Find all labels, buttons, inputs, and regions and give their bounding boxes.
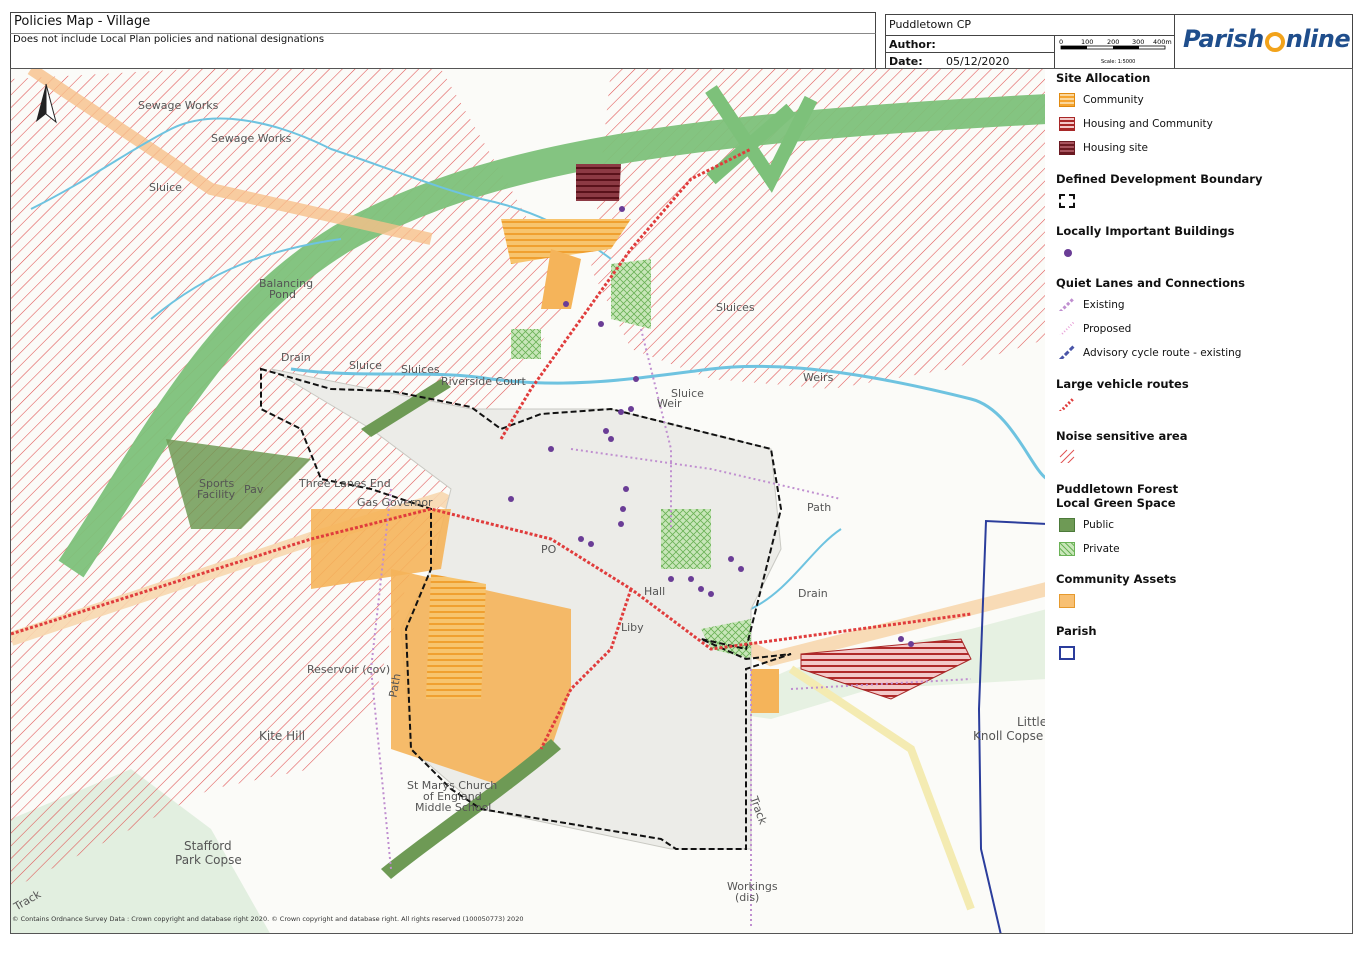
swatch-lgs-public (1059, 518, 1075, 532)
logo-text-left: Parish (1183, 25, 1264, 53)
label-pav: Pav (244, 483, 264, 496)
legend-public: Public (1083, 519, 1115, 531)
parish-name-box: Puddletown CP (885, 14, 1175, 36)
title-box: Policies Map - Village (10, 12, 876, 34)
swatch-lib (1064, 249, 1072, 257)
map-title: Policies Map - Village (14, 14, 151, 29)
lgs-private-mid (511, 329, 541, 359)
label-three-lanes-end: Three Lanes End (299, 477, 391, 490)
scale-text: Scale: 1:5000 (1101, 59, 1135, 65)
label-hall: Hall (644, 585, 666, 598)
logo-box: Parish nline (1174, 14, 1353, 70)
label-path-1: Path (807, 501, 832, 514)
legend-lgs-heading-1: Puddletown Forest (1056, 482, 1179, 496)
label-knoll-copse: Knoll Copse (973, 729, 1044, 743)
label-sluice-1: Sluice (149, 181, 182, 194)
date-label: Date: (889, 55, 923, 68)
legend-private: Private (1083, 543, 1120, 555)
parish-online-logo: Parish nline (1183, 25, 1351, 53)
site-allocation-community-school (426, 574, 486, 699)
label-riverside-court: Riverside Court (441, 375, 526, 388)
label-sluices-1: Sluices (401, 363, 440, 376)
label-weir: Weir (657, 397, 682, 410)
legend-quiet-lanes-heading: Quiet Lanes and Connections (1056, 276, 1246, 290)
legend-housing-site: Housing site (1083, 142, 1148, 154)
label-sewage-works-1: Sewage Works (138, 99, 219, 112)
scale-tick-2: 200 (1107, 38, 1119, 46)
lgs-private-cemetery (661, 509, 711, 569)
date-value: 05/12/2020 (946, 55, 1010, 68)
swatch-quiet-existing (1059, 297, 1075, 311)
swatch-quiet-proposed (1059, 321, 1075, 335)
label-facility: Facility (197, 488, 236, 501)
map-subtitle: Does not include Local Plan policies and… (13, 34, 325, 45)
swatch-community (1059, 93, 1075, 107)
label-kite-hill: Kite Hill (259, 729, 306, 743)
swatch-large-vehicle (1059, 397, 1075, 411)
label-st-marys-3: Middle School (415, 801, 492, 814)
label-po: PO (541, 543, 557, 556)
scale-tick-1: 100 (1081, 38, 1093, 46)
author-label: Author: (889, 38, 936, 51)
legend-noise-heading: Noise sensitive area (1056, 429, 1188, 443)
label-weirs: Weirs (803, 371, 834, 384)
legend-community-assets-heading: Community Assets (1056, 572, 1177, 586)
label-liby: Liby (621, 621, 644, 634)
swatch-parish (1059, 646, 1075, 660)
legend-cycle: Advisory cycle route - existing (1083, 347, 1242, 359)
label-drain-1: Drain (281, 351, 311, 364)
parish-name: Puddletown CP (889, 18, 972, 31)
author-box: Author: (885, 35, 1055, 53)
scale-bar-box: 0 100 200 300 400m Scale: 1:5000 (1054, 35, 1175, 70)
swatch-noise (1059, 449, 1075, 463)
copyright-notice: © Contains Ordnance Survey Data : Crown … (12, 915, 524, 923)
label-pond: Pond (269, 288, 296, 301)
subtitle-box: Does not include Local Plan policies and… (10, 33, 876, 69)
community-east (751, 669, 779, 713)
label-gas-governor: Gas Governor (357, 496, 433, 509)
scale-tick-4: 400m (1153, 38, 1172, 46)
swatch-lgs-private (1059, 542, 1075, 556)
legend-proposed: Proposed (1083, 323, 1132, 335)
swatch-housing-and-community (1059, 117, 1075, 131)
label-sluice-2: Sluice (349, 359, 382, 372)
logo-text-right: nline (1285, 25, 1351, 53)
label-drain-2: Drain (798, 587, 828, 600)
legend-lgs-heading-2: Local Green Space (1056, 496, 1176, 510)
logo-magnifier-icon (1264, 32, 1285, 52)
legend-large-vehicle-heading: Large vehicle routes (1056, 377, 1189, 391)
scale-tick-3: 300 (1132, 38, 1144, 46)
label-sewage-works-2: Sewage Works (211, 132, 292, 145)
label-reservoir: Reservoir (cov) (307, 663, 391, 676)
swatch-housing-site (1059, 141, 1075, 155)
map-canvas[interactable]: Sewage Works Sewage Works Sluice Balanci… (10, 68, 1046, 934)
label-stafford: Stafford (184, 839, 232, 853)
legend-parish-heading: Parish (1056, 624, 1097, 638)
legend-ddb-heading: Defined Development Boundary (1056, 172, 1263, 186)
scale-tick-0: 0 (1059, 38, 1063, 46)
legend-housing-and-community: Housing and Community (1083, 118, 1213, 130)
scale-bar: 0 100 200 300 400m Scale: 1:5000 (1059, 38, 1172, 65)
legend-panel: Site Allocation Community Housing and Co… (1045, 68, 1353, 934)
label-little: Little (1017, 715, 1046, 729)
swatch-ddb (1059, 194, 1075, 208)
legend-lib-heading: Locally Important Buildings (1056, 224, 1235, 238)
label-sluices-2: Sluices (716, 301, 755, 314)
legend-existing: Existing (1083, 299, 1125, 311)
label-workings-dis: (dis) (735, 891, 760, 904)
map-svg (11, 69, 1045, 933)
legend-community: Community (1083, 94, 1144, 106)
legend-site-allocation-heading: Site Allocation (1056, 71, 1151, 85)
swatch-cycle (1059, 345, 1075, 359)
housing-site-north (576, 164, 621, 201)
swatch-community-assets (1059, 594, 1075, 608)
label-park-copse: Park Copse (175, 853, 242, 867)
